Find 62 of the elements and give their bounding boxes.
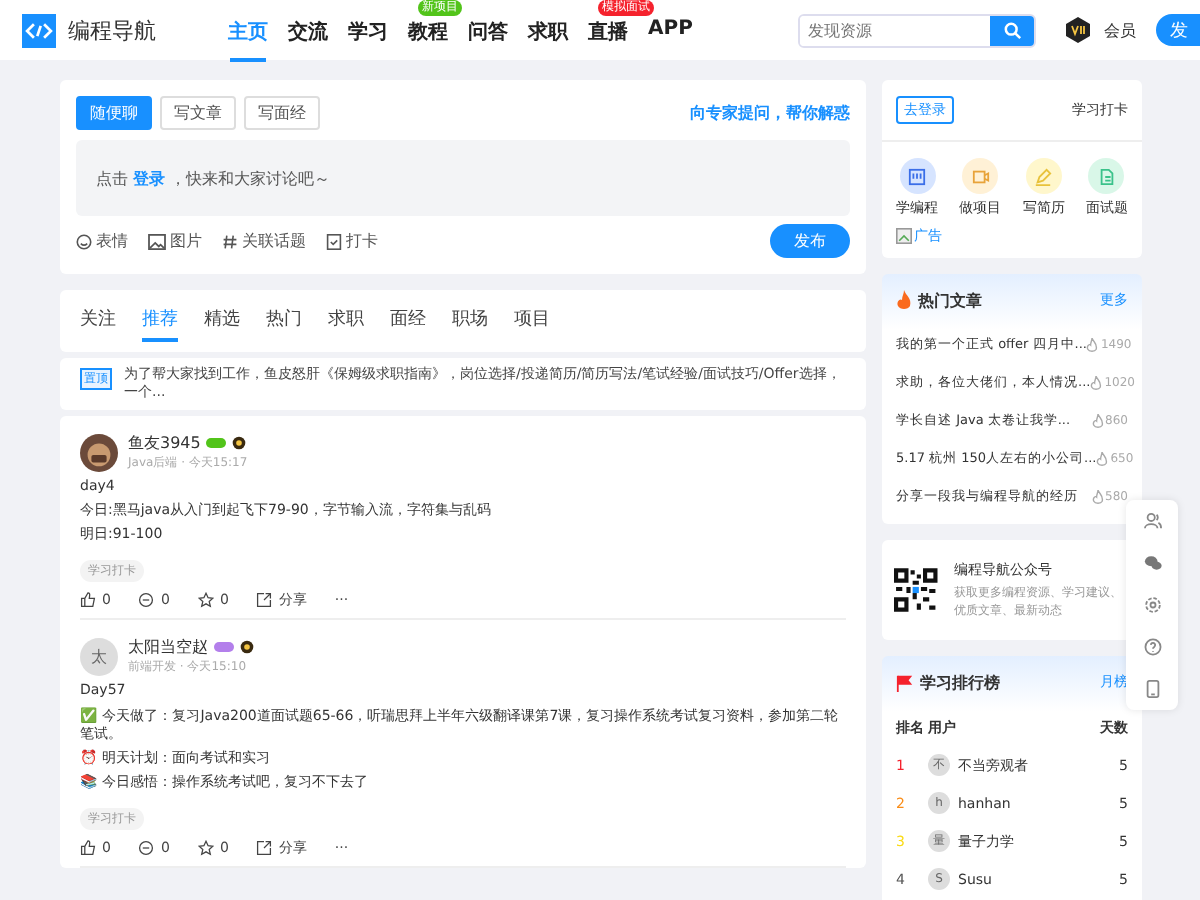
comment-icon [138,592,155,609]
smile-icon [76,233,92,249]
users-icon [1143,512,1161,530]
star-icon [197,592,214,609]
search-icon [1003,21,1021,39]
author-name[interactable]: 鱼友3945 [128,432,201,455]
nav-tab[interactable]: 教程 [400,18,456,62]
broken-image-icon [896,228,912,244]
nav-tab[interactable]: 直播 [580,18,636,62]
nav-tab[interactable]: 问答 [460,18,516,62]
fire-icon [896,290,912,310]
composer-tool[interactable]: 打卡 [326,230,378,252]
composer-tool[interactable]: 关联话题 [222,230,306,252]
flame-icon [1090,376,1103,390]
post-type-tab[interactable]: 写面经 [244,96,320,130]
settings-icon [1143,596,1161,614]
search-button[interactable] [990,15,1034,45]
share-icon [256,839,273,856]
login-prompt: 点击 登录 ，快来和大家讨论吧～ [96,167,331,189]
section-title: 学习排行榜 [920,671,1000,693]
section-title: 热门文章 [918,289,982,311]
feed-tab[interactable]: 求职 [328,306,364,342]
flame-icon [1086,338,1099,352]
author-name[interactable]: 太阳当空赵 [128,636,208,659]
feed-tab[interactable]: 关注 [80,306,116,342]
nav-tab[interactable]: 交流 [280,18,336,62]
feed-tab[interactable]: 热门 [266,306,302,342]
avatar-icon [80,433,118,472]
flame-icon [1091,414,1104,428]
hash-icon [222,233,238,249]
thumbs-up-icon [80,592,96,609]
comment-icon [138,839,155,856]
share-icon [256,592,273,609]
flag-icon [896,673,914,691]
feed-tab[interactable]: 项目 [514,306,550,342]
site-name[interactable]: 编程导航 [68,15,156,45]
user-avatar: 太 [80,637,118,676]
star-icon [197,839,214,856]
feed-tab[interactable]: 职场 [452,306,488,342]
vip-badge-icon [1064,16,1092,44]
flame-icon [1096,452,1109,466]
post-input-area[interactable]: 点击 登录 ，快来和大家讨论吧～ [76,140,850,216]
thumbs-up-icon [80,839,96,856]
phone-icon [1143,680,1161,698]
vip-badge-icon [240,640,254,655]
vip-badge-icon [232,436,247,451]
post-type-tab[interactable]: 写文章 [160,96,236,130]
flame-icon [1091,490,1104,504]
chat-bubbles-icon [1143,554,1161,572]
checkin-icon [326,233,342,249]
search-field[interactable]: 发现资源 [798,13,1036,47]
nav-tab[interactable]: APP [640,18,701,62]
composer-tool[interactable]: 表情 [76,230,128,252]
image-icon [148,233,166,249]
feed-tab[interactable]: 精选 [204,306,240,342]
feed-tab[interactable]: 面经 [390,306,426,342]
nav-tab[interactable]: 学习 [340,18,396,62]
help-icon [1143,638,1161,656]
nav-tab[interactable]: 求职 [520,18,576,62]
code-logo-icon [22,13,56,47]
composer-tool[interactable]: 图片 [148,230,202,252]
vip-link[interactable]: 会员 [1104,19,1136,41]
